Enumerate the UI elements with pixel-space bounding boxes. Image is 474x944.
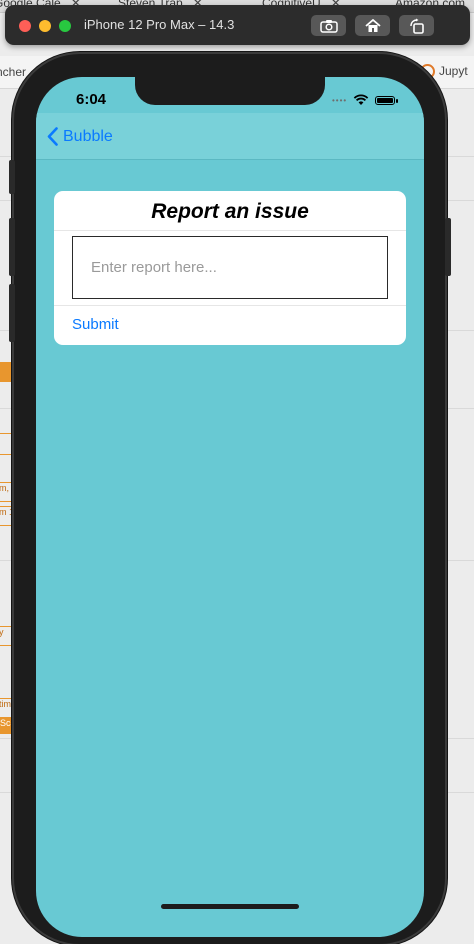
home-button[interactable] [355, 15, 390, 36]
chevron-left-icon [47, 127, 58, 146]
home-indicator [161, 904, 299, 909]
screenshot-icon [319, 19, 338, 33]
signal-icon: •••• [332, 95, 348, 105]
divider [54, 230, 406, 231]
card-title: Report an issue [151, 200, 309, 223]
navigation-bar: Bubble [36, 113, 424, 160]
battery-icon [375, 95, 399, 105]
phone-screen: 6:04 •••• Bubble Report an issue Submit [36, 77, 424, 937]
bg-toolbar-left-text: ncher [0, 65, 27, 79]
rotate-icon [409, 18, 424, 34]
back-button[interactable]: Bubble [47, 127, 113, 146]
simulator-title: iPhone 12 Pro Max – 14.3 [84, 17, 235, 32]
power-button [445, 218, 451, 276]
close-window-button[interactable] [19, 20, 31, 32]
volume-down-button [9, 284, 15, 342]
report-issue-card: Report an issue Submit [54, 191, 406, 345]
home-icon [364, 18, 381, 32]
simulator-titlebar: iPhone 12 Pro Max – 14.3 [5, 5, 470, 45]
wifi-icon [353, 94, 369, 105]
minimize-window-button[interactable] [39, 20, 51, 32]
notch [135, 77, 325, 105]
mute-switch [9, 160, 15, 194]
zoom-window-button[interactable] [59, 20, 71, 32]
report-input[interactable] [72, 236, 388, 299]
status-time: 6:04 [76, 91, 107, 108]
divider [54, 305, 406, 306]
rotate-button[interactable] [399, 15, 434, 36]
back-button-label: Bubble [63, 127, 113, 145]
status-icons: •••• [332, 94, 399, 106]
volume-up-button [9, 218, 15, 276]
submit-button[interactable]: Submit [72, 316, 119, 333]
screenshot-button[interactable] [311, 15, 346, 36]
